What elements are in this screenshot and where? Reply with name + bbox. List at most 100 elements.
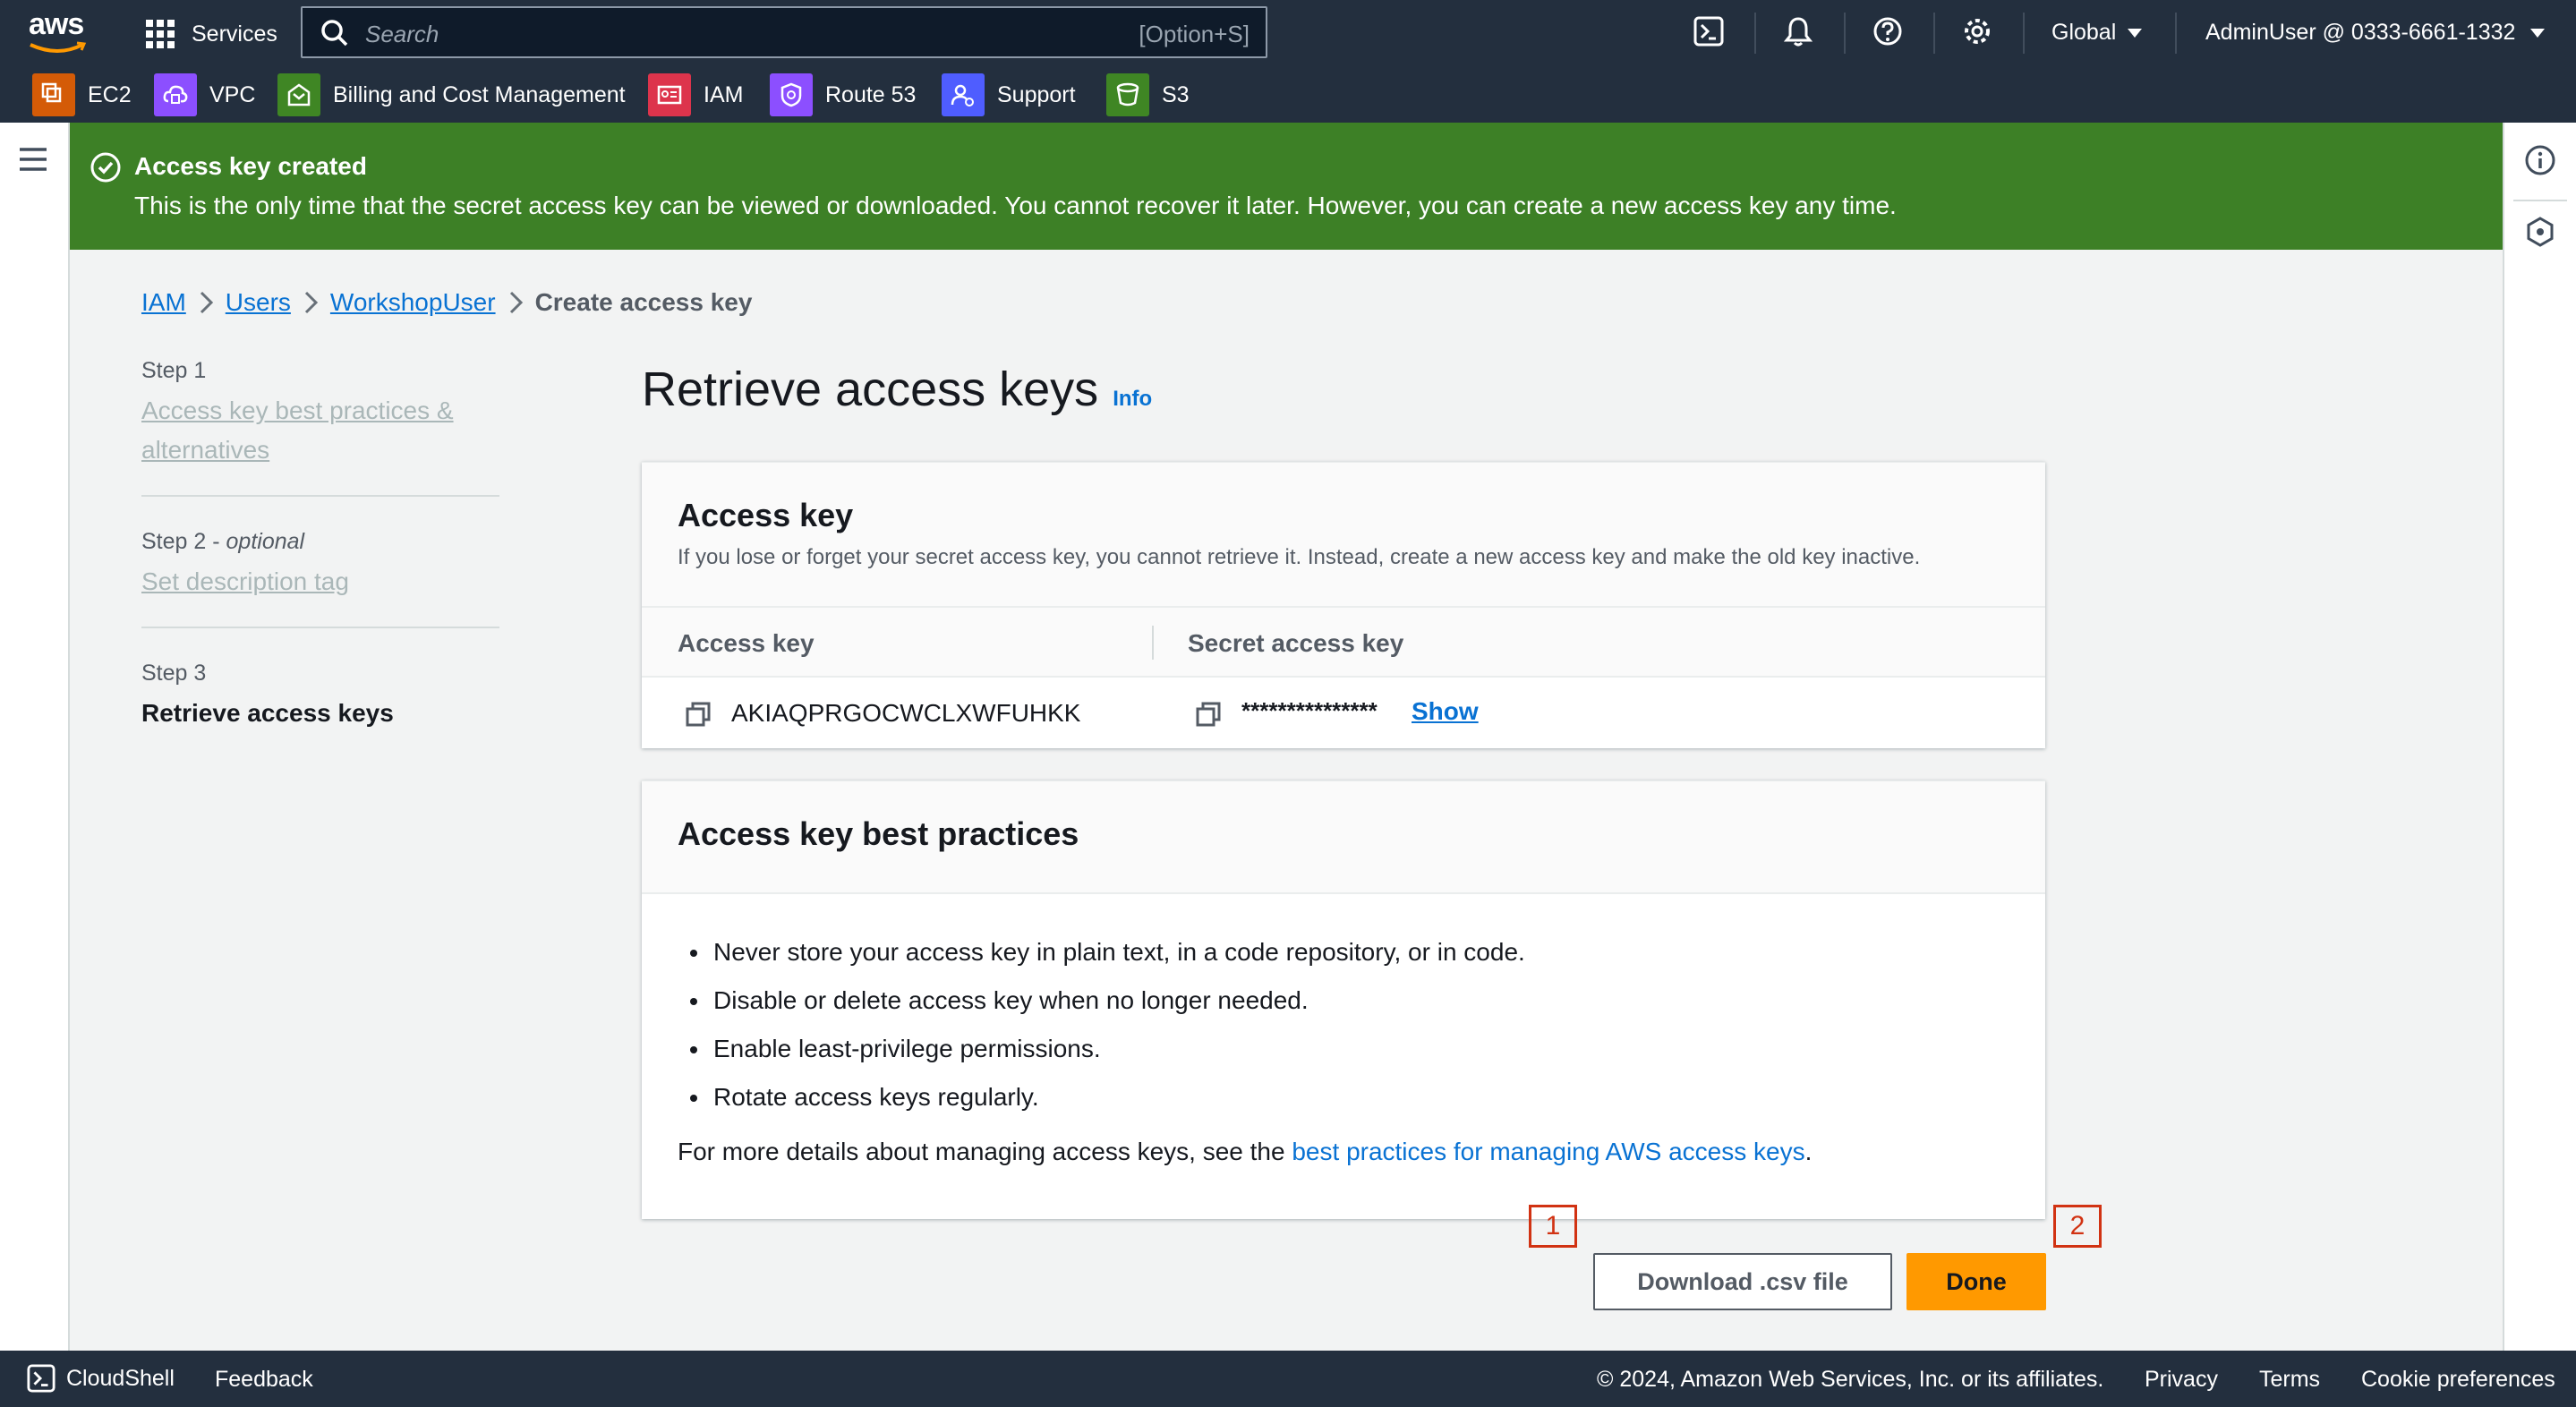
search-icon [321,20,348,47]
shortcut-vpc[interactable]: VPC [154,73,255,116]
column-header-secret: Secret access key [1188,629,1404,657]
s3-icon [1106,73,1149,116]
privacy-link[interactable]: Privacy [2145,1367,2218,1393]
search-placeholder: Search [365,21,439,47]
console-footer: CloudShell Feedback © 2024, Amazon Web S… [0,1351,2576,1407]
step-optional: optional [226,529,305,554]
shortcut-label: Billing and Cost Management [333,81,626,107]
shortcut-ec2[interactable]: EC2 [32,73,132,116]
nav-divider [1754,13,1756,54]
search-input[interactable]: Search [Option+S] [301,6,1267,58]
nav-divider [1933,13,1935,54]
bell-icon [1783,17,1813,47]
tools-rail [2503,123,2576,1351]
nav-divider [2175,13,2177,54]
services-label: Services [192,21,277,47]
chevron-right-icon [304,291,319,314]
account-label: AdminUser @ 0333-6661-1332 [2205,20,2516,45]
service-shortcuts-bar: EC2 VPC Billing and Cost Management IAM … [0,66,2576,123]
flash-title: Access key created [134,152,367,180]
best-practices-list: Never store your access key in plain tex… [678,928,2002,1121]
step-label-cont: alternatives [141,436,270,464]
nav-divider [1844,13,1846,54]
shortcut-iam[interactable]: IAM [648,73,743,116]
shortcut-label: EC2 [88,81,132,107]
info-link[interactable]: Info [1113,387,1152,412]
notifications-button[interactable] [1783,16,1813,51]
breadcrumb-workshopuser[interactable]: WorkshopUser [330,288,496,317]
card-header: Access key If you lose or forget your se… [642,463,2045,608]
feedback-link[interactable]: Feedback [215,1367,313,1393]
grid-icon [146,20,175,48]
account-menu[interactable]: AdminUser @ 0333-6661-1332 [2205,20,2546,46]
help-button[interactable] [1872,16,1903,51]
hexagon-icon [2527,217,2554,247]
cloudshell-icon [1693,16,1724,47]
aws-logo-text: aws [29,7,84,41]
feature-panel-button[interactable] [2524,216,2556,252]
step-current-label: Retrieve access keys [141,699,394,727]
show-secret-link[interactable]: Show [1412,697,1479,726]
shortcut-label: Route 53 [825,81,917,107]
step-link-description-tag[interactable]: Set description tag [141,562,499,601]
cloudshell-icon [27,1364,55,1393]
ec2-icon [32,73,75,116]
info-panel-button[interactable] [2524,144,2556,181]
download-csv-button[interactable]: Download .csv file [1593,1253,1892,1310]
aws-logo[interactable]: aws [29,7,91,57]
done-button[interactable]: Done [1906,1253,2046,1310]
copyright-text: © 2024, Amazon Web Services, Inc. or its… [1597,1367,2104,1392]
best-practices-link[interactable]: best practices for managing AWS access k… [1292,1138,1804,1165]
menu-toggle-button[interactable] [18,146,48,177]
copy-secret-key-button[interactable] [1195,701,1222,732]
billing-icon [277,73,320,116]
settings-button[interactable] [1962,16,1992,51]
cloudshell-button[interactable] [1693,16,1724,51]
check-circle-icon [90,152,121,183]
aws-smile-icon [30,41,87,53]
caret-down-icon [2128,28,2143,38]
annotation-marker-1: 1 [1529,1205,1577,1248]
more-details-text: For more details about managing access k… [678,1138,1812,1166]
nav-divider [2023,13,2025,54]
shortcut-billing[interactable]: Billing and Cost Management [277,73,626,116]
card-description: If you lose or forget your secret access… [678,545,1921,569]
copy-access-key-button[interactable] [685,701,712,732]
more-details-suffix: . [1804,1138,1813,1165]
cloudshell-footer-button[interactable]: CloudShell [27,1364,175,1393]
access-key-card: Access key If you lose or forget your se… [642,462,2045,748]
wizard-step-2: Step 2 - optional Set description tag [141,529,499,628]
shortcut-label: S3 [1162,81,1190,107]
wizard-step-1: Step 1 Access key best practices & altern… [141,358,499,497]
step-divider [141,627,499,628]
card-header: Access key best practices [642,781,2045,894]
info-icon [2525,145,2555,175]
table-row: AKIAQPRGOCWCLXWFUHKK *************** Sho… [642,678,2045,749]
list-item: Rotate access keys regularly. [678,1073,2002,1121]
terms-link[interactable]: Terms [2259,1367,2320,1393]
copy-icon [686,702,711,727]
region-selector[interactable]: Global [2051,20,2143,46]
page-header: Retrieve access keys Info [642,362,1152,417]
hamburger-icon [20,148,47,171]
step-link-best-practices[interactable]: Access key best practices & alternatives [141,391,499,470]
top-navigation: aws Services Search [Option+S] Global Ad… [0,0,2576,123]
cookie-preferences-link[interactable]: Cookie preferences [2361,1367,2555,1393]
caret-down-icon [2530,28,2546,38]
services-menu-button[interactable]: Services [145,16,277,52]
step-number-text: Step 2 - [141,529,220,554]
search-shortcut: [Option+S] [1139,21,1250,47]
list-item: Enable least-privilege permissions. [678,1025,2002,1073]
more-details-prefix: For more details about managing access k… [678,1138,1292,1165]
breadcrumb-users[interactable]: Users [226,288,291,317]
shortcut-route53[interactable]: Route 53 [770,73,916,116]
shortcut-s3[interactable]: S3 [1106,73,1190,116]
breadcrumb-iam[interactable]: IAM [141,288,186,317]
list-item: Never store your access key in plain tex… [678,928,2002,976]
column-divider [1152,626,1154,660]
chevron-right-icon [509,291,523,314]
best-practices-card: Access key best practices Never store yo… [642,780,2045,1219]
table-header-row: Access key Secret access key [642,608,2045,678]
shortcut-support[interactable]: Support [942,73,1076,116]
card-title: Access key best practices [678,815,1079,852]
